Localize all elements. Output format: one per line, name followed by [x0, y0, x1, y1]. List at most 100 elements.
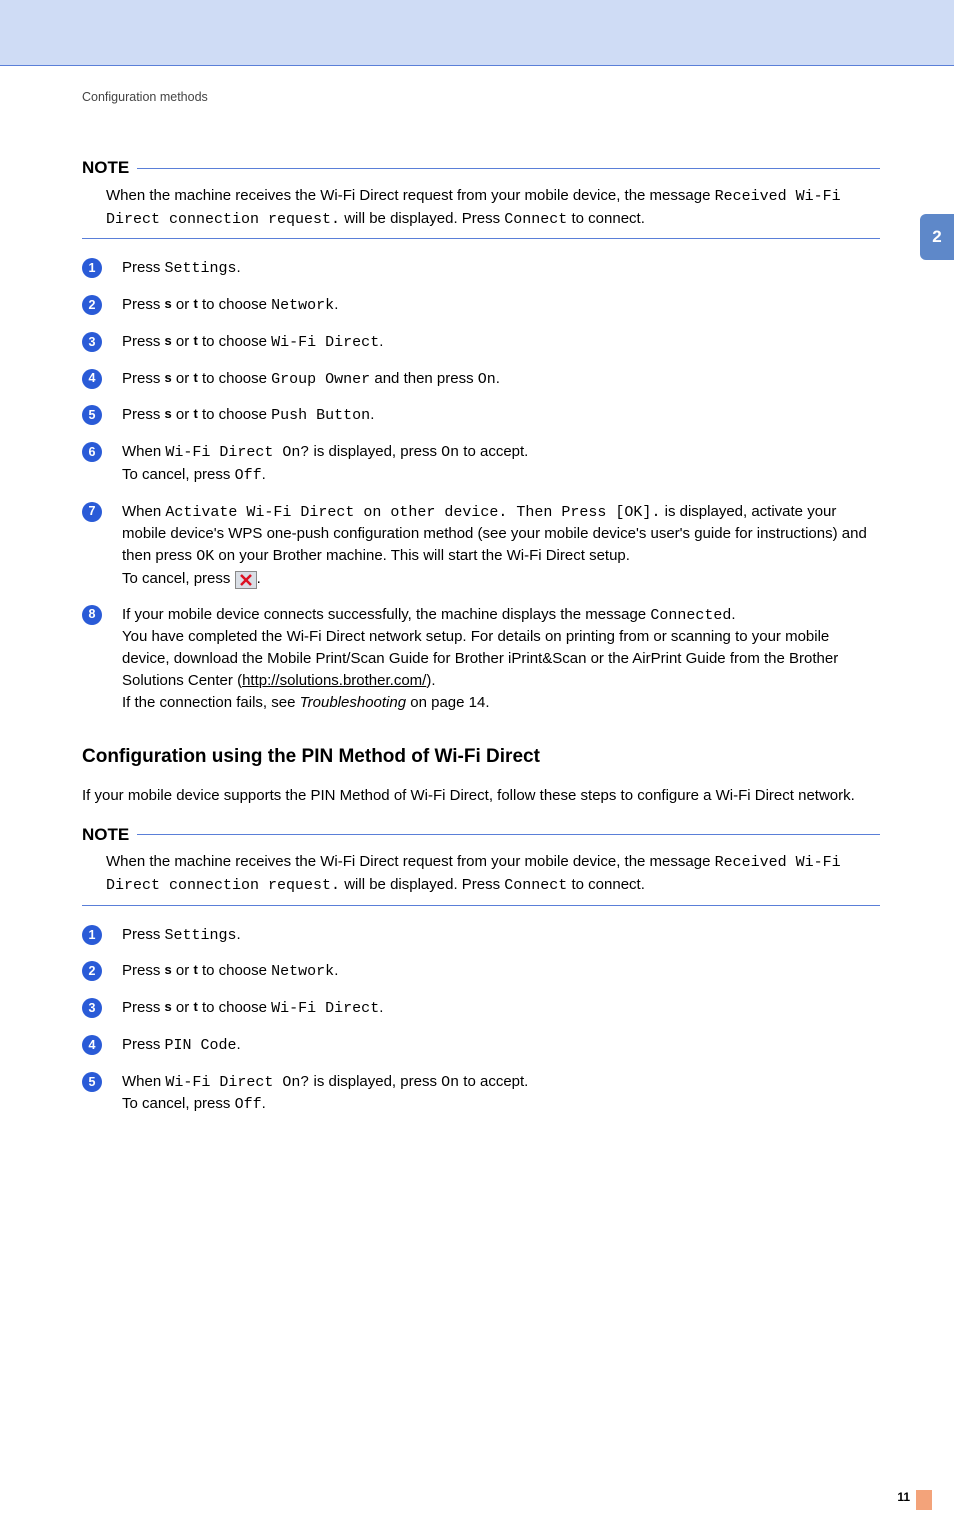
note-text: will be displayed. Press	[344, 210, 504, 227]
close-icon	[235, 571, 257, 589]
step-mono: Off	[235, 1096, 262, 1113]
step-mono: On	[441, 444, 459, 461]
step-text: to accept.	[459, 1073, 528, 1090]
step-text: on page 14.	[406, 694, 489, 711]
step-text: Press	[122, 370, 165, 387]
step-text: or	[172, 333, 194, 350]
step-text: When	[122, 503, 165, 520]
step-text: to choose	[198, 406, 271, 423]
step-mono: Wi-Fi Direct	[271, 1000, 379, 1017]
step-text: .	[334, 296, 338, 313]
step-text: To cancel, press	[122, 1095, 235, 1112]
step-text: on your Brother machine. This will start…	[214, 547, 630, 564]
step-text: Press	[122, 926, 165, 943]
step-mono: OK	[196, 548, 214, 565]
chapter-tab-number: 2	[932, 225, 941, 250]
step-text: to accept.	[459, 443, 528, 460]
step-text: or	[172, 962, 194, 979]
step-text: .	[379, 333, 383, 350]
note-rule	[137, 168, 880, 169]
step-mono: Wi-Fi Direct On?	[165, 444, 309, 461]
solutions-link[interactable]: http://solutions.brother.com/	[242, 672, 426, 689]
step-mono: Wi-Fi Direct	[271, 334, 379, 351]
step-text: Press	[122, 999, 165, 1016]
note-text: to connect.	[571, 210, 644, 227]
step-mono: Off	[235, 467, 262, 484]
note-heading: NOTE	[82, 156, 880, 181]
step-mono: On	[478, 371, 496, 388]
step-text: .	[237, 926, 241, 943]
page-number: 11	[897, 1489, 910, 1506]
step-item: When Wi-Fi Direct On? is displayed, pres…	[82, 441, 880, 487]
step-text: You have completed the Wi-Fi Direct netw…	[122, 628, 838, 689]
step-text: .	[379, 999, 383, 1016]
step-text: .	[257, 570, 261, 587]
chevron-up-icon: s	[165, 998, 172, 1017]
step-mono: Group Owner	[271, 371, 370, 388]
step-text: .	[237, 1036, 241, 1053]
breadcrumb: Configuration methods	[82, 88, 880, 106]
step-text: or	[172, 406, 194, 423]
step-text: Press	[122, 259, 165, 276]
step-text: to choose	[198, 370, 271, 387]
chevron-up-icon: s	[165, 369, 172, 388]
chevron-up-icon: s	[165, 332, 172, 351]
page-content: Configuration methods NOTE When the mach…	[0, 66, 916, 1540]
steps-list-b: Press Settings. Press s or t to choose N…	[82, 924, 880, 1117]
step-text: or	[172, 370, 194, 387]
step-text: .	[237, 259, 241, 276]
top-header-band	[0, 0, 954, 66]
step-mono: Wi-Fi Direct On?	[165, 1074, 309, 1091]
step-text: .	[334, 962, 338, 979]
step-text: To cancel, press	[122, 466, 235, 483]
step-item: Press PIN Code.	[82, 1034, 880, 1057]
step-text: Press	[122, 406, 165, 423]
page-number-accent	[916, 1490, 932, 1510]
note-rule	[137, 834, 880, 835]
note-end-rule	[82, 905, 880, 906]
step-text: .	[262, 466, 266, 483]
step-text: to choose	[198, 296, 271, 313]
chevron-up-icon: s	[165, 405, 172, 424]
step-mono: PIN Code	[165, 1037, 237, 1054]
note-text: to connect.	[571, 876, 644, 893]
step-text: If the connection fails, see	[122, 694, 300, 711]
step-text: is displayed, press	[309, 1073, 441, 1090]
note-heading: NOTE	[82, 823, 880, 848]
note-text: When the machine receives the Wi-Fi Dire…	[106, 187, 715, 204]
step-item: Press s or t to choose Network.	[82, 294, 880, 317]
step-item: When Activate Wi-Fi Direct on other devi…	[82, 501, 880, 590]
step-item: If your mobile device connects successfu…	[82, 604, 880, 714]
step-text: Press	[122, 1036, 165, 1053]
step-item: Press s or t to choose Wi-Fi Direct.	[82, 997, 880, 1020]
note-label: NOTE	[82, 156, 129, 181]
step-item: Press s or t to choose Wi-Fi Direct.	[82, 331, 880, 354]
step-mono: Settings	[165, 260, 237, 277]
step-mono: Connected	[650, 607, 731, 624]
step-text: ).	[426, 672, 435, 689]
note-body: When the machine receives the Wi-Fi Dire…	[82, 851, 880, 897]
chevron-up-icon: s	[165, 961, 172, 980]
step-text: If your mobile device connects successfu…	[122, 606, 650, 623]
note-label: NOTE	[82, 823, 129, 848]
step-text: or	[172, 296, 194, 313]
step-text: Press	[122, 333, 165, 350]
step-item: Press Settings.	[82, 257, 880, 280]
step-text: When	[122, 1073, 165, 1090]
step-text: Press	[122, 296, 165, 313]
step-mono: Settings	[165, 927, 237, 944]
chapter-tab: 2	[920, 214, 954, 260]
step-text: .	[370, 406, 374, 423]
step-item: Press s or t to choose Network.	[82, 960, 880, 983]
step-item: Press Settings.	[82, 924, 880, 947]
chevron-up-icon: s	[165, 295, 172, 314]
step-text: When	[122, 443, 165, 460]
step-mono: Network	[271, 297, 334, 314]
step-text: To cancel, press	[122, 570, 235, 587]
step-text: .	[262, 1095, 266, 1112]
step-text: and then press	[370, 370, 478, 387]
step-text: .	[496, 370, 500, 387]
step-text: is displayed, press	[309, 443, 441, 460]
step-text: or	[172, 999, 194, 1016]
step-mono: On	[441, 1074, 459, 1091]
